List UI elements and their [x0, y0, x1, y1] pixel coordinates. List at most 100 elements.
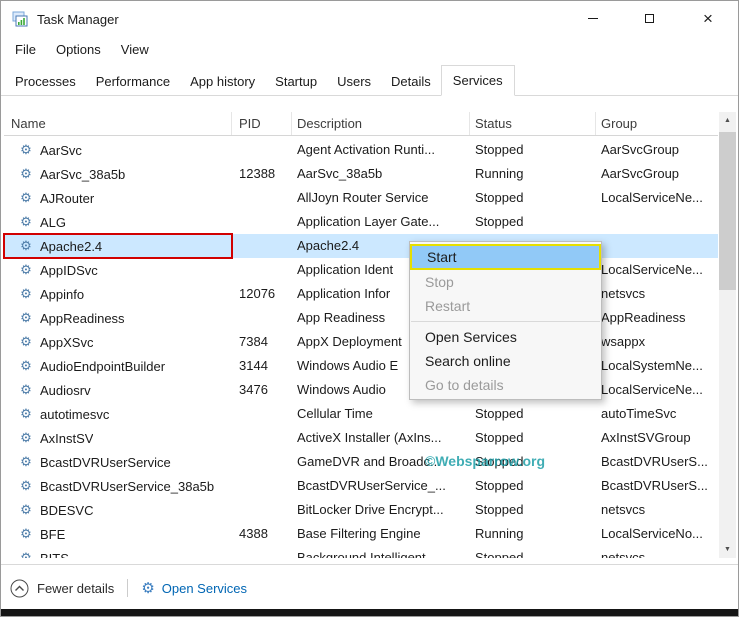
service-status: Stopped — [475, 430, 524, 445]
menu-item-start[interactable]: Start — [410, 244, 601, 270]
vertical-scrollbar[interactable]: ▲ ▼ — [719, 112, 736, 558]
table-row[interactable]: ⚙ ALG Application Layer Gate... Stopped — [4, 210, 718, 234]
menu-item-search-online[interactable]: Search online — [410, 349, 601, 373]
task-manager-window: Task Manager × File Options View Process… — [0, 0, 739, 617]
service-pid — [232, 138, 292, 162]
service-name: Audiosrv — [40, 382, 91, 398]
column-header-description[interactable]: Description — [292, 112, 470, 135]
service-gear-icon: ⚙ — [20, 550, 32, 558]
service-description: Background Intelligent... — [297, 550, 437, 558]
services-gear-icon: ⚙ — [141, 580, 155, 597]
window-title: Task Manager — [37, 11, 119, 27]
tab-app-history[interactable]: App history — [180, 68, 265, 95]
service-group — [596, 210, 718, 234]
context-menu: Start Stop Restart Open Services Search … — [409, 241, 602, 400]
column-header-status[interactable]: Status — [470, 112, 596, 135]
service-name: BcastDVRUserService — [40, 454, 171, 470]
table-row[interactable]: ⚙ BDESVC BitLocker Drive Encrypt... Stopped… — [4, 498, 718, 522]
service-gear-icon: ⚙ — [20, 334, 32, 349]
menu-item-stop: Stop — [425, 274, 454, 290]
scroll-down-icon[interactable]: ▼ — [719, 541, 736, 558]
service-gear-icon: ⚙ — [20, 454, 32, 469]
service-name-cell: ⚙ AppIDSvc — [4, 258, 232, 282]
service-name-cell: ⚙ AJRouter — [4, 186, 232, 210]
table-row[interactable]: ⚙ Appinfo 12076 Application Infor netsvcs — [4, 282, 718, 306]
service-name: AJRouter — [40, 190, 95, 206]
menu-file[interactable]: File — [5, 37, 46, 63]
table-row[interactable]: ⚙ autotimesvc Cellular Time Stopped autoTime… — [4, 402, 718, 426]
menu-item-restart: Restart — [425, 298, 471, 314]
table-row[interactable]: ⚙ AudioEndpointBuilder 3144 Windows Audio E… — [4, 354, 718, 378]
service-name: AppXSvc — [40, 334, 94, 350]
service-gear-icon: ⚙ — [20, 382, 32, 397]
table-row[interactable]: ⚙ AarSvc Agent Activation Runti... Stopped A… — [4, 138, 718, 162]
column-header-group[interactable]: Group — [596, 112, 718, 135]
tab-users[interactable]: Users — [327, 68, 381, 95]
open-services-link[interactable]: ⚙ Open Services — [141, 579, 247, 597]
menu-options[interactable]: Options — [46, 37, 111, 63]
table-row[interactable]: ⚙ AppXSvc 7384 AppX Deployment wsappx — [4, 330, 718, 354]
table-row[interactable]: ⚙ BcastDVRUserService GameDVR and Broadc..… — [4, 450, 718, 474]
service-status: Stopped — [475, 478, 524, 493]
service-gear-icon: ⚙ — [20, 214, 32, 229]
minimize-button[interactable] — [570, 2, 616, 34]
service-description: Base Filtering Engine — [297, 526, 421, 541]
table-row[interactable]: ⚙ AarSvc_38a5b 12388 AarSvc_38a5b Running Aar… — [4, 162, 718, 186]
service-group: AppReadiness — [601, 310, 686, 325]
menu-bar: File Options View — [1, 37, 738, 63]
tab-details[interactable]: Details — [381, 68, 441, 95]
tab-performance[interactable]: Performance — [86, 68, 180, 95]
bottom-edge-strip — [1, 609, 738, 616]
service-name: AudioEndpointBuilder — [40, 358, 166, 374]
open-services-label: Open Services — [161, 580, 248, 596]
watermark: ©Websparrow.org — [425, 453, 545, 469]
service-pid — [232, 546, 292, 558]
service-description: BitLocker Drive Encrypt... — [297, 502, 444, 517]
scrollbar-thumb[interactable] — [719, 132, 736, 290]
tab-startup[interactable]: Startup — [265, 68, 327, 95]
service-group: LocalServiceNe... — [601, 262, 703, 277]
service-pid: 7384 — [239, 334, 268, 349]
service-group: netsvcs — [601, 502, 646, 517]
column-header-name[interactable]: Name — [4, 112, 232, 135]
menu-item-open-services[interactable]: Open Services — [410, 325, 601, 349]
table-row[interactable]: ⚙ Audiosrv 3476 Windows Audio LocalServiceNe… — [4, 378, 718, 402]
tab-processes[interactable]: Processes — [5, 68, 86, 95]
fewer-details-button[interactable]: Fewer details — [10, 579, 114, 598]
column-header-pid[interactable]: PID — [232, 112, 292, 135]
close-button[interactable]: × — [685, 2, 731, 34]
menu-item-go-to-details: Go to details — [425, 377, 504, 393]
table-row[interactable]: ⚙ AppReadiness App Readiness AppReadiness — [4, 306, 718, 330]
table-row[interactable]: ⚙ AJRouter AllJoyn Router Service Stopped Lo… — [4, 186, 718, 210]
menu-view[interactable]: View — [111, 37, 159, 63]
service-pid — [232, 306, 292, 330]
service-group: LocalServiceNe... — [601, 382, 703, 397]
tab-services[interactable]: Services — [440, 65, 515, 96]
tab-bar: Processes Performance App history Startu… — [1, 65, 738, 96]
maximize-button[interactable] — [626, 2, 672, 34]
service-group: AarSvcGroup — [601, 166, 680, 181]
table-row[interactable]: ⚙ BFE 4388 Base Filtering Engine Running Loca… — [4, 522, 718, 546]
service-name: AarSvc — [40, 142, 82, 158]
service-pid — [232, 450, 292, 474]
service-group: LocalSystemNe... — [601, 358, 703, 373]
service-name: BcastDVRUserService_38a5b — [40, 478, 215, 494]
service-status: Running — [475, 526, 524, 541]
task-manager-icon — [12, 11, 28, 27]
maximize-icon — [644, 13, 654, 23]
minimize-icon — [588, 17, 598, 19]
table-row[interactable]: ⚙ Apache2.4 Apache2.4 — [4, 234, 718, 258]
service-name: AarSvc_38a5b — [40, 166, 126, 182]
service-pid — [232, 474, 292, 498]
table-row[interactable]: ⚙ BITS Background Intelligent... Stopped net… — [4, 546, 718, 558]
fewer-details-label: Fewer details — [37, 580, 115, 596]
table-row[interactable]: ⚙ AxInstSV ActiveX Installer (AxIns... Stop… — [4, 426, 718, 450]
table-row[interactable]: ⚙ AppIDSvc Application Ident LocalServiceNe… — [4, 258, 718, 282]
service-name: AxInstSV — [40, 430, 94, 446]
service-status: Stopped — [475, 406, 524, 421]
scroll-up-icon[interactable]: ▲ — [719, 112, 736, 129]
table-row[interactable]: ⚙ BcastDVRUserService_38a5b BcastDVRUserSe… — [4, 474, 718, 498]
service-rows: ⚙ AarSvc Agent Activation Runti... Stopped A… — [4, 138, 718, 558]
service-status: Running — [475, 166, 524, 181]
service-group: AxInstSVGroup — [601, 430, 691, 445]
